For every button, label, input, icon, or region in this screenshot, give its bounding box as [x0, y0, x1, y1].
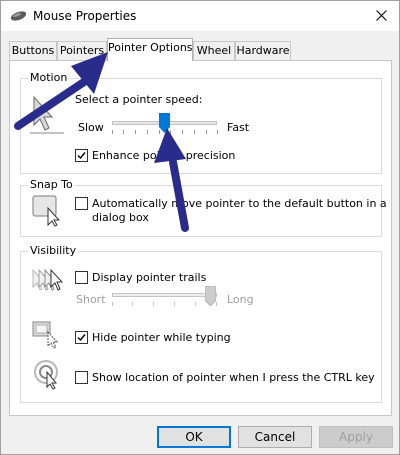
ok-button[interactable]: OK — [157, 426, 231, 448]
fast-label: Fast — [227, 121, 250, 134]
tab-pointer-options[interactable]: Pointer Options — [107, 38, 193, 61]
motion-group-title: Motion — [28, 71, 70, 85]
pointer-trails-track — [112, 293, 217, 297]
checkmark-icon — [77, 334, 86, 342]
show-location-checkbox[interactable] — [75, 371, 88, 384]
hide-pointer-label: Hide pointer while typing — [92, 331, 231, 344]
snap-to-label-line2: dialog box — [92, 211, 149, 224]
mouse-icon — [10, 10, 27, 25]
snap-to-label-line1: Automatically move pointer to the defaul… — [92, 197, 387, 210]
pointer-trails-slider[interactable] — [204, 285, 217, 309]
snap-to-group-title: Snap To — [28, 178, 75, 192]
enhance-precision-checkbox[interactable] — [75, 149, 88, 162]
mouse-properties-window: Mouse Properties Buttons Pointers Pointe… — [0, 0, 400, 455]
tab-wheel[interactable]: Wheel — [193, 41, 235, 60]
cancel-button[interactable]: Cancel — [238, 426, 312, 448]
apply-button[interactable]: Apply — [319, 426, 393, 448]
show-location-icon — [34, 358, 64, 393]
snap-to-icon — [32, 195, 62, 230]
close-button[interactable] — [365, 1, 399, 31]
snap-to-checkbox[interactable] — [75, 197, 88, 210]
close-icon — [376, 10, 387, 21]
enhance-precision-label: Enhance pointer precision — [92, 149, 236, 162]
tab-buttons[interactable]: Buttons — [9, 41, 57, 60]
tab-pointers[interactable]: Pointers — [57, 41, 107, 60]
hide-pointer-checkbox[interactable] — [75, 331, 88, 344]
window-title: Mouse Properties — [33, 9, 137, 23]
snap-to-group: Snap To — [20, 178, 382, 237]
tab-hardware[interactable]: Hardware — [235, 41, 291, 60]
pointer-trails-icon — [30, 267, 70, 298]
hide-pointer-icon — [32, 321, 62, 352]
pointer-speed-icon — [30, 95, 64, 138]
pointer-trails-label: Display pointer trails — [92, 271, 207, 284]
long-label: Long — [227, 293, 254, 306]
checkmark-icon — [77, 152, 86, 160]
slow-label: Slow — [78, 121, 104, 134]
tab-panel: Motion Select a pointer speed: Slow Fast — [9, 60, 392, 416]
show-location-label: Show location of pointer when I press th… — [92, 371, 375, 384]
visibility-group-title: Visibility — [28, 244, 79, 258]
title-bar: Mouse Properties — [1, 1, 399, 31]
pointer-trails-checkbox[interactable] — [75, 271, 88, 284]
short-label: Short — [76, 293, 106, 306]
pointer-speed-label: Select a pointer speed: — [75, 93, 203, 106]
pointer-speed-slider[interactable] — [159, 113, 170, 136]
